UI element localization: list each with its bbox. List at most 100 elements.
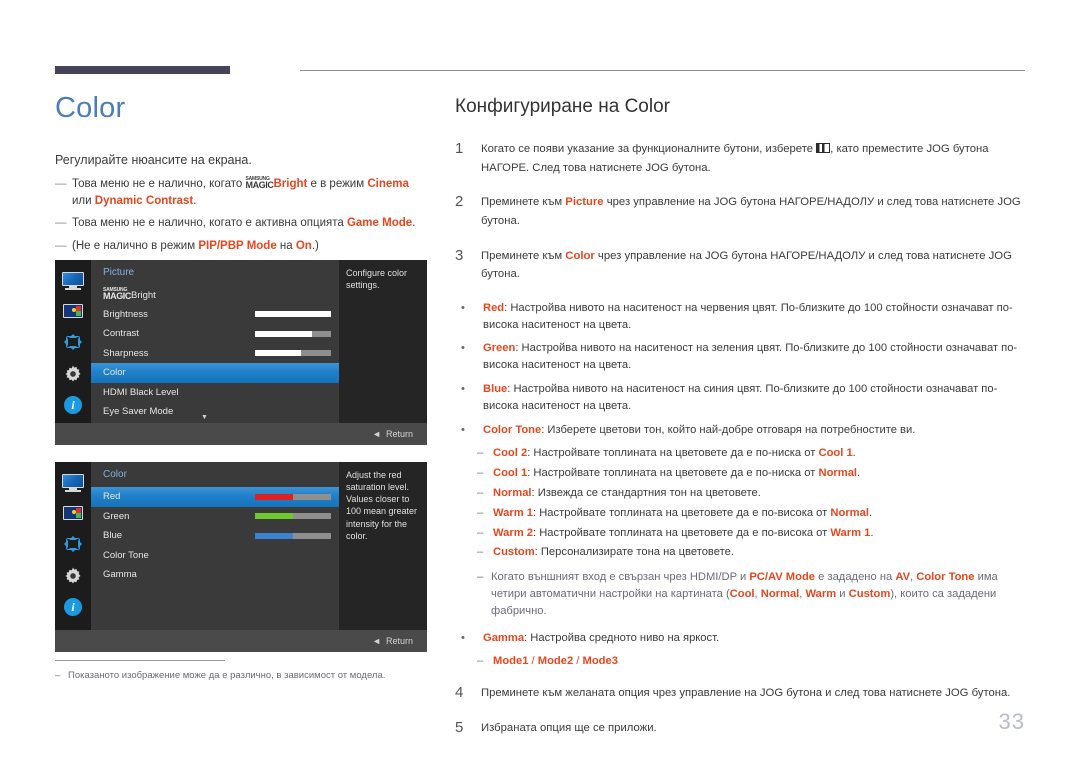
sub-highlight-warm1: Warm 1	[493, 506, 533, 519]
sub-mid: : Настройвате топлината на цветовете да …	[533, 506, 831, 519]
sub-highlight-warm2: Warm 2	[493, 526, 533, 539]
note-p2: е зададено на	[815, 571, 896, 584]
note-hl-bright: Bright	[273, 178, 308, 190]
step-1: 1 Когато се появи указание за функционал…	[455, 140, 1025, 177]
sub-text: Normal: Извежда се стандартния тон на цв…	[493, 485, 1025, 502]
pip-arrows-icon[interactable]	[62, 332, 84, 352]
return-arrow-icon: ◄	[372, 429, 381, 439]
sub-text: Warm 1: Настройвате топлината на цветове…	[493, 505, 1025, 522]
picture-icon[interactable]	[61, 504, 85, 522]
bullet-text: Red: Настройва нивото на наситеност на ч…	[483, 300, 1025, 334]
note-hl-dynamic-contrast: Dynamic Contrast	[94, 194, 194, 207]
sub-highlight-ref: Normal	[830, 506, 869, 519]
blue-slider[interactable]	[255, 532, 331, 539]
sub-normal: – Normal: Извежда се стандартния тон на …	[455, 485, 1025, 502]
green-slider[interactable]	[255, 513, 331, 520]
note-item: — Това меню не е налично, когато SAMSUNG…	[55, 176, 430, 209]
red-slider[interactable]	[255, 493, 331, 500]
sub-mid: : Настройвате топлината на цветовете да …	[533, 526, 831, 539]
monitor-icon[interactable]	[61, 272, 85, 290]
step-number: 3	[455, 246, 464, 264]
return-label[interactable]: Return	[386, 636, 413, 646]
osd-label: Sharpness	[103, 347, 149, 359]
step-pre: Преминете към	[481, 196, 566, 209]
contrast-slider[interactable]	[255, 330, 331, 337]
bullet-body: : Изберете цветови тон, който най-добре …	[541, 423, 916, 436]
header-rule-line	[300, 70, 1025, 71]
sub-dash: –	[477, 467, 484, 480]
note-dash: —	[55, 178, 67, 190]
footnote-rule	[55, 660, 225, 661]
footnote-body: Показаното изображение може да е различн…	[68, 670, 386, 681]
note-hl-game-mode: Game Mode	[346, 217, 413, 230]
sub-dash: –	[477, 486, 484, 499]
bullet-marker: •	[461, 382, 465, 395]
step-number: 1	[455, 140, 464, 157]
note-item: — (Не е налично в режим PIP/PBP Mode на …	[55, 238, 430, 255]
bullet-body: : Настройва нивото на наситеност на черв…	[483, 301, 1013, 331]
step-text: Когато се появи указание за функционални…	[481, 140, 1025, 177]
magicbright-logo: SAMSUNG MAGIC	[103, 288, 131, 300]
sub-warm2: – Warm 2: Настройвате топлината на цвето…	[455, 525, 1025, 542]
note-hl-pip-pbp: PIP/PBP Mode	[198, 240, 277, 253]
bullet-text: Gamma: Настройва средното ниво на яркост…	[483, 630, 1025, 647]
brightness-slider[interactable]	[255, 311, 331, 318]
sharpness-slider[interactable]	[255, 350, 331, 357]
osd-sidebar: i	[55, 260, 91, 423]
bullet-green: • Green: Настройва нивото на наситеност …	[455, 340, 1025, 374]
sub-highlight-ref: Normal	[818, 467, 858, 480]
info-icon[interactable]: i	[64, 598, 82, 616]
note-hl-warm: Warm	[805, 587, 837, 600]
monitor-icon[interactable]	[61, 474, 85, 492]
return-label[interactable]: Return	[386, 429, 413, 439]
step-pre: Преминете към	[481, 249, 566, 262]
sub-text: Cool 1: Настройвате топлината на цветове…	[493, 465, 1025, 482]
note-mid: на	[276, 240, 296, 253]
osd-footer: ◄ Return	[55, 630, 427, 652]
osd-label: HDMI Black Level	[103, 386, 179, 398]
step-5: 5 Избраната опция ще се приложи.	[455, 719, 1025, 738]
note-post: .)	[311, 240, 319, 253]
note-hl-custom: Custom	[848, 587, 891, 600]
pip-arrows-icon[interactable]	[62, 534, 84, 554]
chevron-down-icon[interactable]: ▼	[201, 414, 208, 421]
bullet-color-tone: • Color Tone: Изберете цветови тон, койт…	[455, 422, 1025, 439]
sub-highlight-ref: Cool 1	[818, 447, 853, 460]
magic-magic-text: MAGIC	[245, 180, 274, 190]
sub-warm1: – Warm 1: Настройвате топлината на цвето…	[455, 505, 1025, 522]
osd-sidebar: i	[55, 462, 91, 630]
note-mid2: или	[72, 194, 95, 207]
osd-label: Contrast	[103, 328, 139, 340]
note-post: .	[193, 194, 197, 207]
note-mid: е в режим	[307, 178, 368, 190]
bullet-marker: •	[461, 342, 465, 355]
osd-label: Red	[103, 491, 121, 503]
bullet-red: • Red: Настройва нивото на наситеност на…	[455, 300, 1025, 334]
sub-text: Custom: Персонализирате тона на цветовет…	[493, 544, 1025, 561]
osd-description: Configure color settings.	[339, 260, 427, 423]
gamma-sep: /	[573, 655, 583, 668]
sub-post: .	[870, 526, 874, 539]
gear-icon[interactable]	[63, 566, 83, 586]
bullet-highlight-gamma: Gamma	[483, 631, 525, 644]
picture-icon[interactable]	[61, 302, 85, 320]
osd-body: i Color Red 50 Green 50 Blue 50 Color To…	[55, 462, 427, 630]
bullet-highlight-color-tone: Color Tone	[483, 423, 542, 436]
sub-highlight-custom: Custom	[493, 546, 535, 559]
info-icon[interactable]: i	[64, 396, 82, 414]
note-p7: и	[836, 587, 849, 600]
right-column: Конфигуриране на Color 1 Когато се появи…	[455, 96, 1025, 753]
sub-text: Mode1 / Mode2 / Mode3	[493, 653, 1025, 670]
osd-label: SAMSUNG MAGIC Bright	[103, 288, 215, 301]
bullet-body: : Настройва средното ниво на яркост.	[524, 631, 720, 644]
step-text: Преминете към Picture чрез управление на…	[481, 193, 1025, 230]
header-rule-accent	[55, 66, 230, 74]
osd-body: i Picture SAMSUNGMAGICBright Custom Brig…	[55, 260, 427, 423]
bullet-highlight-blue: Blue	[483, 382, 508, 395]
magicbright-logo: SAMSUNG MAGIC	[245, 177, 274, 190]
footnote-text: – Показаното изображение може да е разли…	[55, 669, 415, 682]
gear-icon[interactable]	[63, 364, 83, 384]
step-number: 4	[455, 684, 464, 702]
step-text: Преминете към Color чрез управление на J…	[481, 247, 1025, 284]
bullet-body: : Настройва нивото на наситеност на сини…	[483, 382, 998, 412]
